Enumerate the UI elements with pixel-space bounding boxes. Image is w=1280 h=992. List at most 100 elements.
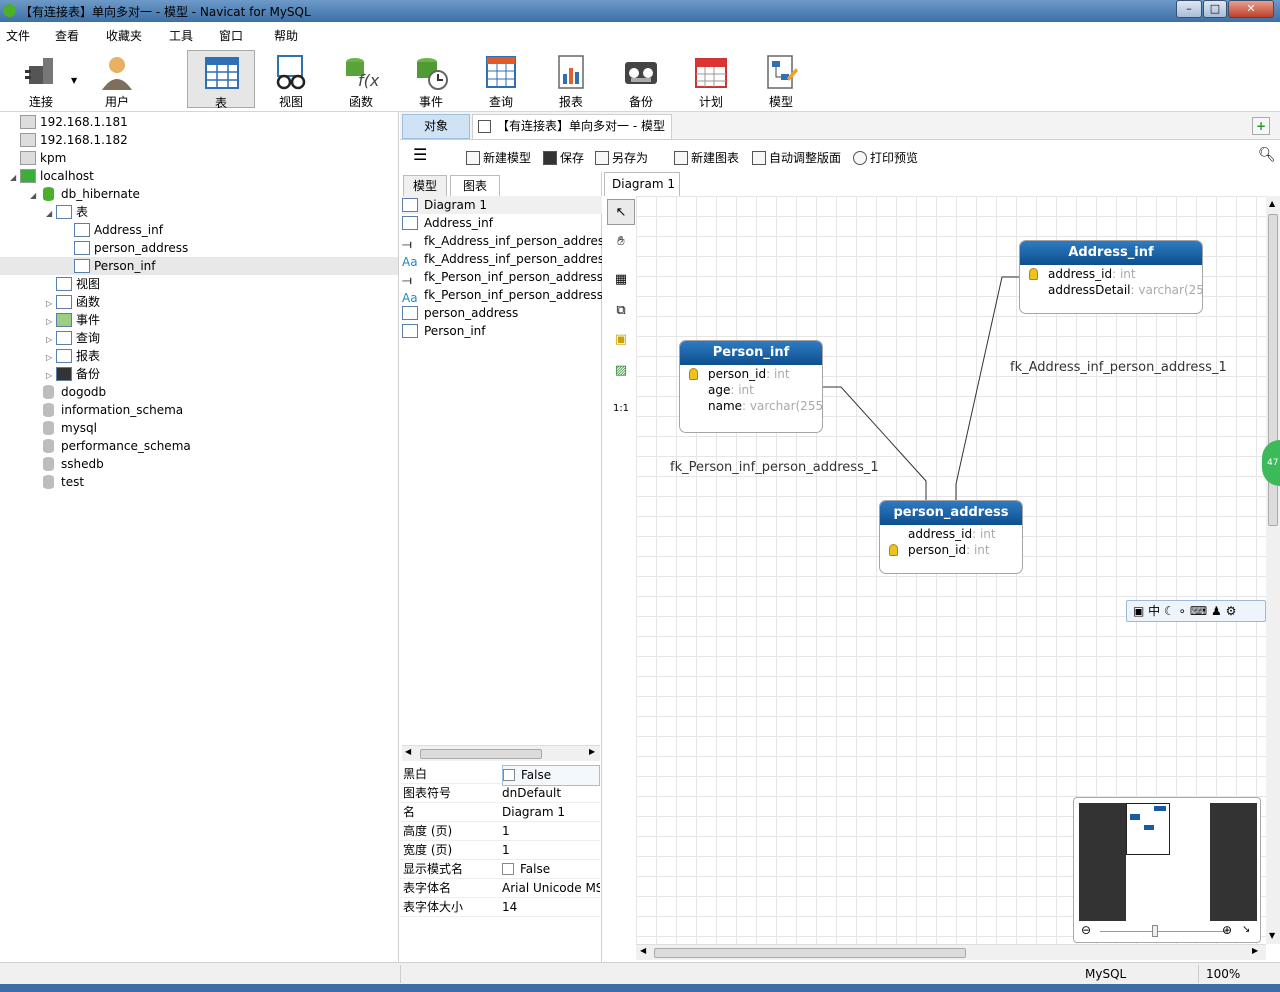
tree-item[interactable]: Address_inf xyxy=(64,221,163,239)
overview-minimap[interactable]: ⊖ ⊕ ↘ xyxy=(1073,797,1261,943)
schedule-button[interactable]: 计划 xyxy=(677,50,745,109)
menu-window[interactable]: 窗口 xyxy=(219,27,243,44)
new-connection-icon[interactable]: + xyxy=(1252,117,1270,135)
scroll-down-icon[interactable]: ▼ xyxy=(1269,931,1275,940)
image-icon[interactable]: ▨ xyxy=(607,358,635,384)
function-button[interactable]: f(x) 函数 xyxy=(327,50,395,109)
menu-help[interactable]: 帮助 xyxy=(274,27,298,44)
tree-item[interactable]: ▷ 函数 xyxy=(46,293,100,311)
tree-item[interactable]: 192.168.1.182 xyxy=(10,131,128,149)
user-button[interactable]: 用户 xyxy=(83,50,151,109)
tree-item[interactable]: sshedb xyxy=(30,455,104,473)
tree-toggle-icon[interactable]: ◢ xyxy=(10,169,20,187)
minimize-button[interactable]: – xyxy=(1176,0,1202,18)
resize-icon[interactable]: ↘ xyxy=(1242,924,1250,935)
property-value[interactable]: False xyxy=(502,765,600,786)
property-value[interactable]: 1 xyxy=(502,841,600,860)
list-horizontal-scrollbar[interactable]: ◀ ▶ xyxy=(402,745,600,761)
tree-item[interactable]: test xyxy=(30,473,84,491)
save-button[interactable]: 保存 xyxy=(543,149,584,166)
tree-item[interactable]: kpm xyxy=(10,149,66,167)
property-checkbox[interactable] xyxy=(502,863,514,875)
auto-layout-button[interactable]: 自动调整版面 xyxy=(752,149,841,166)
hand-icon[interactable]: ✋︎ xyxy=(607,229,635,255)
zoom-in-icon[interactable]: ⊕ xyxy=(1222,923,1232,937)
diagram-list-item[interactable]: person_address xyxy=(402,304,602,322)
backup-button[interactable]: 备份 xyxy=(607,50,675,109)
scroll-right-icon[interactable]: ▶ xyxy=(1252,946,1258,955)
relation-icon[interactable]: 1:1 xyxy=(607,396,635,422)
chevron-down-icon[interactable]: ▼ xyxy=(71,76,77,85)
diagram-list-item[interactable]: ⟞ fk_Person_inf_person_address_1 xyxy=(402,268,602,286)
table-button[interactable]: 表 xyxy=(187,50,255,110)
scroll-right-icon[interactable]: ▶ xyxy=(589,747,595,756)
zoom-slider[interactable] xyxy=(1100,931,1226,932)
property-checkbox[interactable] xyxy=(503,769,515,781)
tree-item[interactable]: 192.168.1.181 xyxy=(10,113,128,131)
new-diagram-button[interactable]: 新建图表 xyxy=(674,149,739,166)
tab-model-objects[interactable]: 模型 xyxy=(403,175,447,197)
relation-label-address[interactable]: fk_Address_inf_person_address_1 xyxy=(1010,360,1227,375)
diagram-list-item[interactable]: Aa fk_Address_inf_person_address_1 xyxy=(402,250,602,268)
zoom-slider-handle[interactable] xyxy=(1152,925,1158,937)
connect-button[interactable]: 连接 ▼ xyxy=(7,50,77,109)
view-button[interactable]: 视图 xyxy=(257,50,325,109)
menu-favorites[interactable]: 收藏夹 xyxy=(106,27,142,44)
new-view-icon[interactable]: ⧉ xyxy=(607,298,635,324)
new-model-button[interactable]: 新建模型 xyxy=(466,149,531,166)
save-as-button[interactable]: 另存为 xyxy=(595,149,648,166)
horizontal-scrollbar-thumb[interactable] xyxy=(654,948,966,958)
tree-toggle-icon[interactable]: ◢ xyxy=(30,187,40,205)
tab-diagram-1[interactable]: Diagram 1 xyxy=(604,172,680,196)
hamburger-menu-icon[interactable]: ☰ xyxy=(413,145,427,164)
tab-objects[interactable]: 对象 xyxy=(402,114,470,139)
diagram-list-item[interactable]: Person_inf xyxy=(402,322,602,340)
print-preview-button[interactable]: 打印预览 xyxy=(853,149,918,166)
tree-item[interactable]: dogodb xyxy=(30,383,106,401)
tree-item[interactable]: 视图 xyxy=(46,275,100,293)
diagram-list-item[interactable]: Address_inf xyxy=(402,214,602,232)
menu-file[interactable]: 文件 xyxy=(6,27,30,44)
ime-mode[interactable]: 中 xyxy=(1148,604,1160,618)
query-button[interactable]: 查询 xyxy=(467,50,535,109)
property-value[interactable]: dnDefault xyxy=(502,784,600,803)
tab-model[interactable]: 【有连接表】单向多对一 - 模型 xyxy=(472,114,672,139)
tab-diagrams[interactable]: 图表 xyxy=(450,175,500,197)
property-value[interactable]: 1 xyxy=(502,822,600,841)
tree-item[interactable]: ◢ 表 xyxy=(46,203,88,221)
scrollbar-thumb[interactable] xyxy=(420,749,542,759)
tree-item[interactable]: Person_inf xyxy=(0,257,398,275)
model-button[interactable]: 模型 xyxy=(747,50,815,109)
ime-toolbar[interactable]: ▣ 中 ☾ ∘ ⌨ ♟ ⚙ xyxy=(1126,600,1266,622)
tree-item[interactable]: person_address xyxy=(64,239,188,257)
note-icon[interactable]: ▣ xyxy=(607,327,635,353)
menu-tools[interactable]: 工具 xyxy=(169,27,193,44)
property-value[interactable]: False xyxy=(502,860,600,879)
menu-view[interactable]: 查看 xyxy=(55,27,79,44)
tree-item[interactable]: ◢ db_hibernate xyxy=(30,185,140,203)
zoom-out-icon[interactable]: ⊖ xyxy=(1081,923,1091,937)
diagram-list-item[interactable]: Diagram 1 xyxy=(402,196,602,214)
tree-item[interactable]: ▷ 报表 xyxy=(46,347,100,365)
scroll-left-icon[interactable]: ◀ xyxy=(640,946,646,955)
maximize-button[interactable]: □ xyxy=(1203,0,1227,18)
relation-label-person[interactable]: fk_Person_inf_person_address_1 xyxy=(670,460,879,475)
tree-item[interactable]: performance_schema xyxy=(30,437,191,455)
tree-item[interactable]: ▷ 事件 xyxy=(46,311,100,329)
tree-item[interactable]: ◢ localhost xyxy=(10,167,94,185)
new-table-icon[interactable]: ▦ xyxy=(607,267,635,293)
scroll-up-icon[interactable]: ▲ xyxy=(1269,199,1275,208)
canvas-vertical-scrollbar[interactable]: ▲ ▼ xyxy=(1266,196,1280,944)
tree-toggle-icon[interactable]: ◢ xyxy=(46,205,56,223)
tree-item[interactable]: ▷ 查询 xyxy=(46,329,100,347)
entity-person-inf[interactable]: Person_inf person_id: int age: int name:… xyxy=(679,340,823,433)
tree-item[interactable]: information_schema xyxy=(30,401,183,419)
tree-item[interactable]: ▷ 备份 xyxy=(46,365,100,383)
scroll-left-icon[interactable]: ◀ xyxy=(405,747,411,756)
event-button[interactable]: 事件 xyxy=(397,50,465,109)
diagram-list-item[interactable]: Aa fk_Person_inf_person_address_1 xyxy=(402,286,602,304)
pointer-icon[interactable]: ↖ xyxy=(607,199,635,225)
property-value[interactable]: Arial Unicode MS xyxy=(502,879,600,898)
report-button[interactable]: 报表 xyxy=(537,50,605,109)
entity-person-address[interactable]: person_address address_id: int person_id… xyxy=(879,500,1023,574)
